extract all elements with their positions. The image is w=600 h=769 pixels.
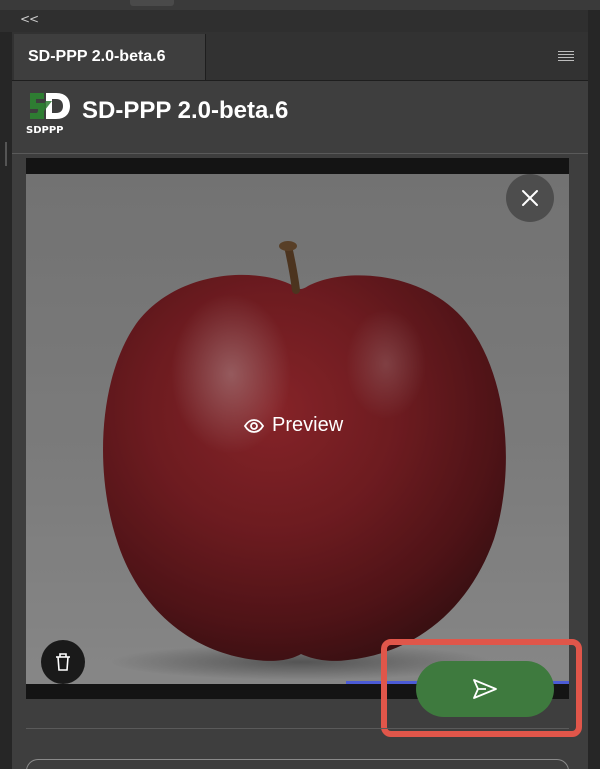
app-title: SD-PPP 2.0-beta.6	[82, 97, 289, 124]
left-edge-marker	[5, 142, 7, 166]
logo-wordmark: SDPPP	[26, 125, 64, 136]
bottom-panel-box[interactable]	[26, 759, 569, 769]
panel-header: SDPPP SD-PPP 2.0-beta.6	[12, 81, 588, 154]
send-icon	[473, 679, 497, 699]
close-icon	[522, 190, 538, 206]
panel-content: Preview	[12, 154, 588, 769]
app-window: << SD-PPP 2.0-beta.6 SDPPP SD-PPP 2.0-be…	[0, 0, 600, 769]
close-button[interactable]	[506, 174, 554, 222]
panel-tab-bar: SD-PPP 2.0-beta.6	[12, 32, 588, 81]
section-divider	[26, 728, 569, 729]
preview-button[interactable]: Preview	[244, 414, 343, 437]
collapse-bar	[0, 10, 588, 32]
trash-icon	[56, 653, 70, 671]
panel-tab-sdppp[interactable]: SD-PPP 2.0-beta.6	[14, 34, 206, 80]
collapse-panels-button[interactable]: <<	[20, 12, 39, 26]
right-edge	[588, 10, 600, 769]
send-button[interactable]	[416, 661, 554, 717]
image-preview-area[interactable]: Preview	[26, 174, 569, 684]
hamburger-menu-icon[interactable]	[558, 51, 574, 63]
top-tab-hint	[130, 0, 174, 6]
eye-icon	[244, 418, 264, 433]
delete-image-button[interactable]	[41, 640, 85, 684]
preview-label: Preview	[272, 414, 344, 436]
plugin-panel: SD-PPP 2.0-beta.6 SDPPP SD-PPP 2.0-beta.…	[12, 32, 588, 769]
left-edge	[0, 32, 12, 769]
image-card: Preview	[26, 158, 569, 699]
